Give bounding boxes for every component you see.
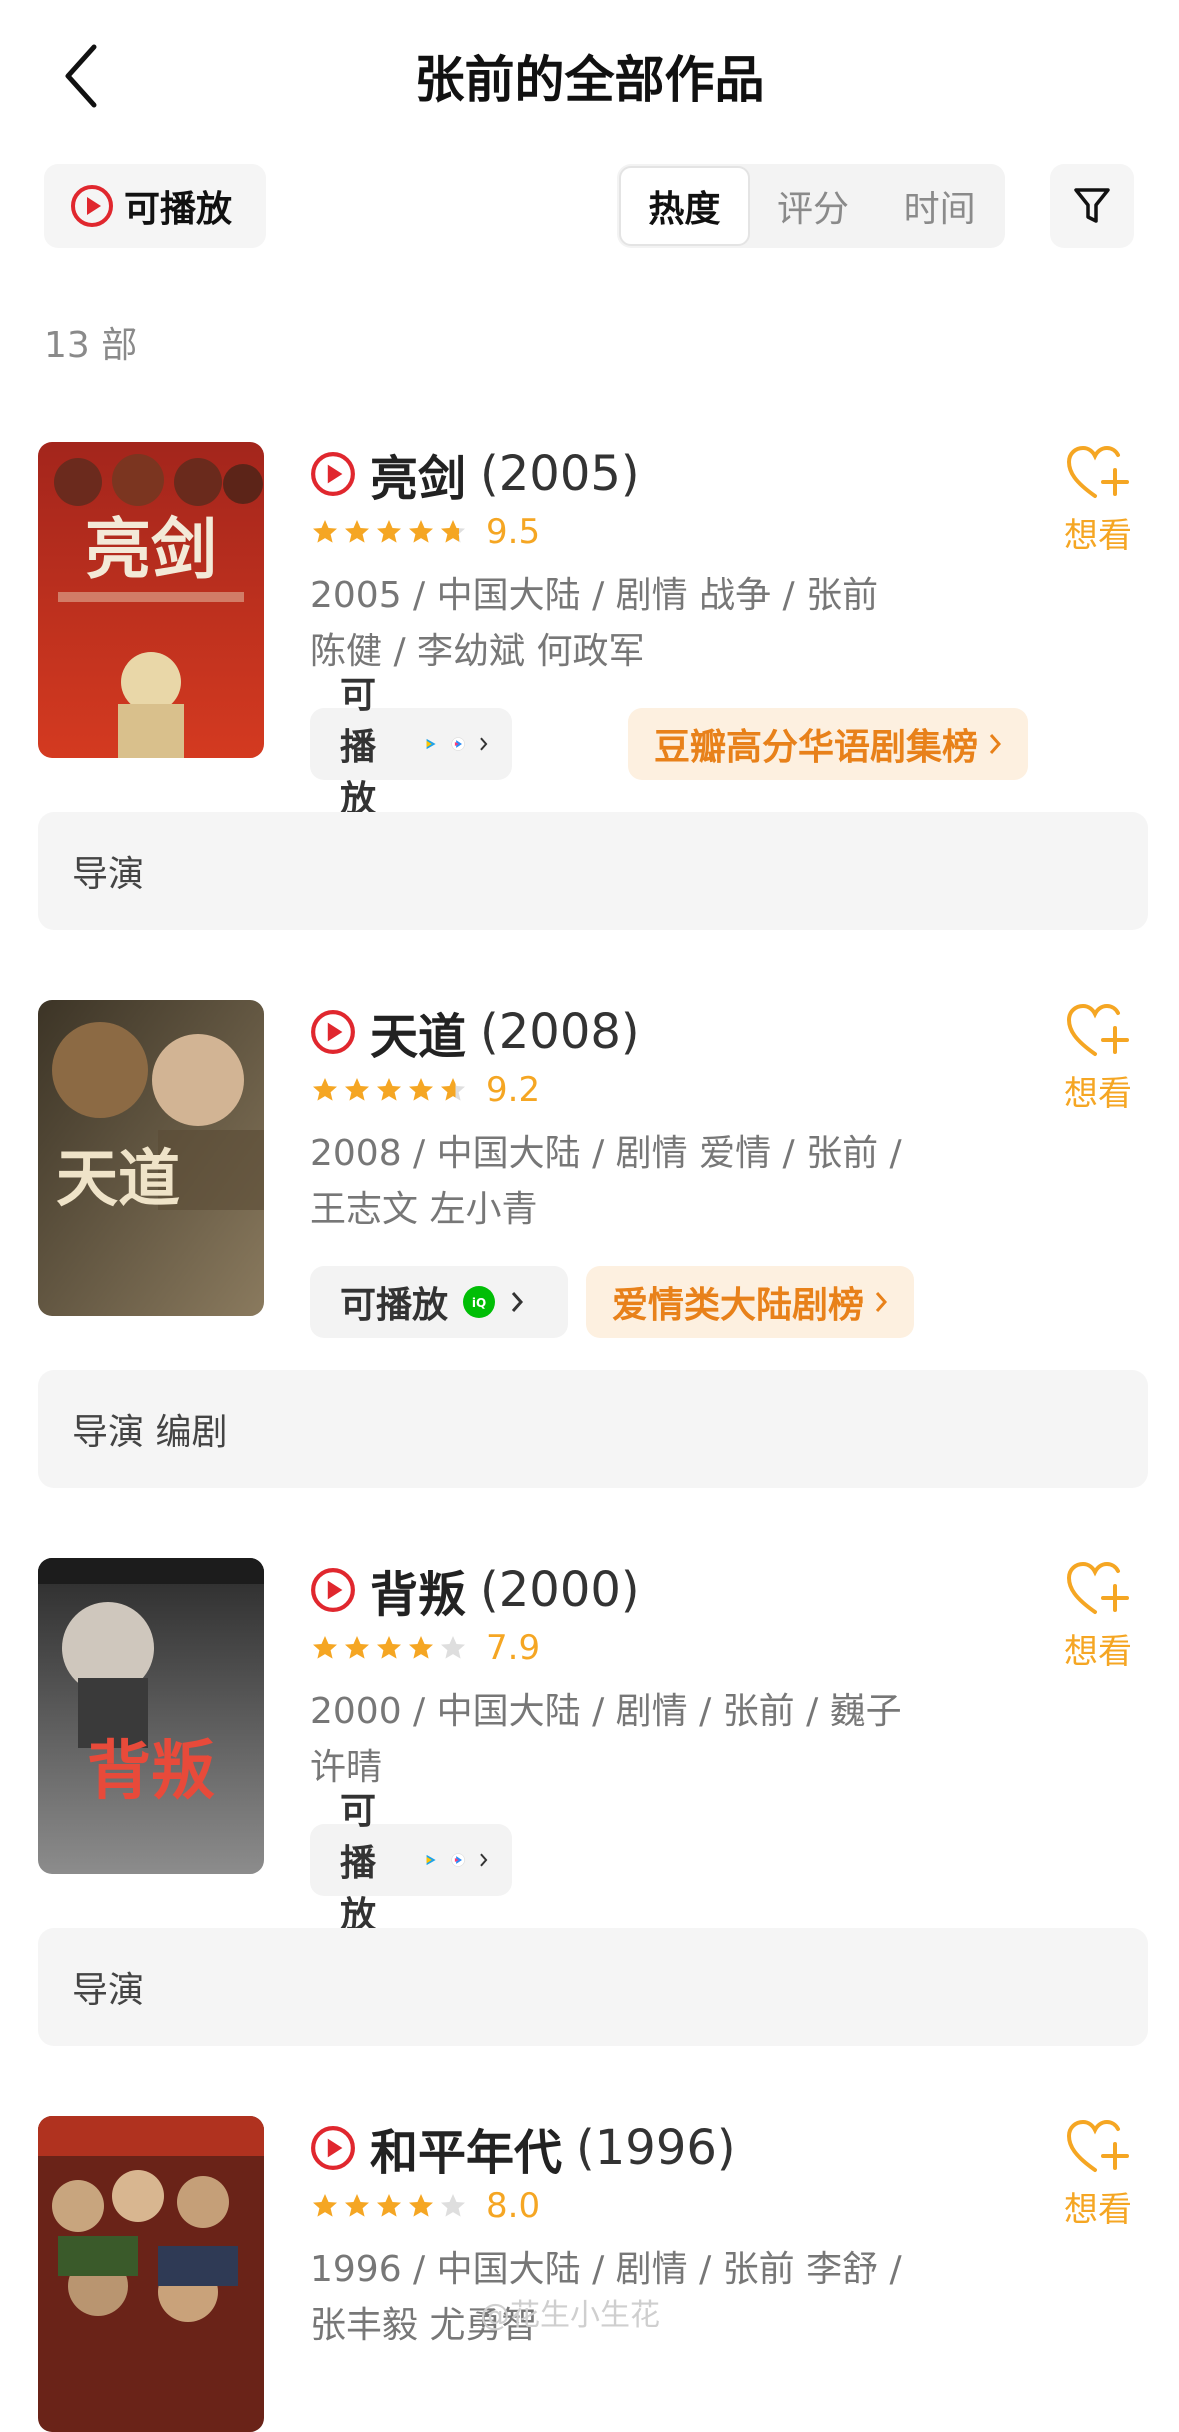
heart-plus-icon <box>1066 1561 1129 1614</box>
star-icon <box>409 1636 433 1659</box>
play-circle-icon <box>311 452 355 496</box>
star-icon <box>345 2194 369 2217</box>
star-icon <box>441 1636 465 1659</box>
work-item[interactable]: 背叛 背叛 (2000) 7.9 2000 / 中国大陆 / 剧情 / 张前 /… <box>0 1558 1179 2118</box>
star-icon <box>409 1078 433 1101</box>
work-year: (2005) <box>480 446 640 502</box>
chevron-right-icon <box>511 1292 524 1312</box>
chevron-right-icon <box>989 734 1002 754</box>
star-icon <box>345 1636 369 1659</box>
star-rating <box>310 1634 468 1662</box>
want-to-watch-button[interactable]: 想看 <box>1050 2118 1146 2231</box>
star-icon <box>313 1078 337 1101</box>
sort-segmented-control: 热度 评分 时间 <box>617 164 1005 248</box>
work-year: (2000) <box>480 1562 640 1618</box>
star-icon <box>409 2194 433 2217</box>
work-meta: 2008 / 中国大陆 / 剧情 爱情 / 张前 / 王志文 左小青 <box>310 1133 902 1230</box>
chevron-right-icon <box>480 1853 488 1867</box>
playable-sources-pill[interactable]: 可播放 <box>310 675 512 820</box>
chevron-right-icon <box>875 1292 888 1312</box>
star-icon <box>313 2194 337 2217</box>
iqiyi-icon: iQ <box>463 1286 496 1318</box>
funnel-icon <box>1074 188 1110 223</box>
star-icon <box>441 520 465 543</box>
play-circle-icon <box>311 2126 355 2170</box>
youku-icon <box>451 1853 465 1867</box>
star-icon <box>377 520 401 543</box>
poster-image[interactable]: 背叛 <box>38 1558 264 1874</box>
sort-option-time[interactable]: 时间 <box>876 166 1003 246</box>
role-bar: 导演 编剧 <box>38 1370 1148 1488</box>
sort-option-rating[interactable]: 评分 <box>750 166 877 246</box>
rating-score: 7.9 <box>486 1628 541 1668</box>
star-icon <box>441 1078 465 1101</box>
ranking-pill[interactable]: 爱情类大陆剧榜 <box>586 1266 915 1338</box>
star-icon <box>313 520 337 543</box>
filter-button[interactable] <box>1050 164 1134 248</box>
ranking-pill[interactable]: 豆瓣高分华语剧集榜 <box>628 708 1029 780</box>
heart-plus-icon <box>1066 2119 1129 2172</box>
play-circle-icon <box>71 185 113 227</box>
play-circle-icon <box>311 1010 355 1054</box>
watermark: @花生小生花 <box>480 2298 660 2333</box>
svg-text:iQ: iQ <box>472 1296 486 1310</box>
work-item[interactable]: 亮剑 亮剑 (2005) 9.5 2005 / 中国大陆 / 剧情 战争 / 张… <box>0 442 1179 1002</box>
work-title[interactable]: 和平年代 <box>370 2113 562 2183</box>
rating-score: 9.2 <box>486 1070 541 1110</box>
star-icon <box>345 520 369 543</box>
svg-text:亮剑: 亮剑 <box>85 510 217 588</box>
tencent-video-icon <box>426 738 436 750</box>
work-title[interactable]: 亮剑 <box>370 439 466 509</box>
work-year: (2008) <box>480 1004 640 1060</box>
chevron-right-icon <box>480 737 488 751</box>
want-to-watch-button[interactable]: 想看 <box>1050 1002 1146 1115</box>
star-icon <box>377 1078 401 1101</box>
works-count: 13 部 <box>44 325 138 366</box>
heart-plus-icon <box>1066 1003 1129 1056</box>
star-icon <box>377 1636 401 1659</box>
role-bar: 导演 <box>38 1928 1148 2046</box>
poster-image[interactable]: 亮剑 <box>38 442 264 758</box>
playable-filter-label: 可播放 <box>124 189 233 230</box>
playable-sources-pill[interactable]: 可播放 <box>310 1791 512 1936</box>
svg-text:背叛: 背叛 <box>87 1734 215 1809</box>
work-title[interactable]: 背叛 <box>370 1555 466 1625</box>
star-icon <box>345 1078 369 1101</box>
star-icon <box>441 2194 465 2217</box>
youku-icon <box>451 737 465 751</box>
star-rating <box>310 1076 468 1104</box>
page-title: 张前的全部作品 <box>414 51 765 109</box>
poster-image[interactable] <box>38 2116 264 2432</box>
rating-score: 9.5 <box>486 512 541 552</box>
work-meta: 2005 / 中国大陆 / 剧情 战争 / 张前 陈健 / 李幼斌 何政军 <box>310 575 879 672</box>
rating-score: 8.0 <box>486 2186 541 2226</box>
want-to-watch-button[interactable]: 想看 <box>1050 444 1146 557</box>
role-bar: 导演 <box>38 812 1148 930</box>
star-icon <box>409 520 433 543</box>
work-meta: 2000 / 中国大陆 / 剧情 / 张前 / 巍子 许晴 <box>310 1691 902 1788</box>
star-rating <box>310 2192 468 2220</box>
work-title[interactable]: 天道 <box>370 997 466 1067</box>
work-year: (1996) <box>576 2120 736 2176</box>
star-icon <box>313 1636 337 1659</box>
tencent-video-icon <box>426 1854 436 1866</box>
star-rating <box>310 518 468 546</box>
work-item[interactable]: 天道 天道 (2008) 9.2 2008 / 中国大陆 / 剧情 爱情 / 张… <box>0 1000 1179 1560</box>
heart-plus-icon <box>1066 445 1129 498</box>
playable-filter-chip[interactable]: 可播放 <box>44 164 266 248</box>
poster-image[interactable]: 天道 <box>38 1000 264 1316</box>
want-to-watch-button[interactable]: 想看 <box>1050 1560 1146 1673</box>
play-circle-icon <box>311 1568 355 1612</box>
sort-option-popularity[interactable]: 热度 <box>619 166 750 246</box>
star-icon <box>377 2194 401 2217</box>
svg-text:天道: 天道 <box>56 1142 180 1215</box>
playable-sources-pill[interactable]: 可播放 iQ <box>310 1266 568 1338</box>
